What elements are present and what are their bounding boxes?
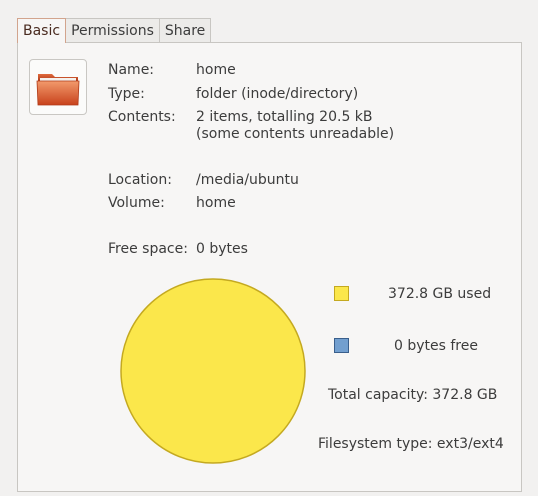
used-color-swatch bbox=[334, 286, 349, 301]
volume-value: home bbox=[196, 195, 236, 211]
tab-permissions[interactable]: Permissions bbox=[65, 18, 160, 42]
total-capacity-text: Total capacity: 372.8 GB bbox=[328, 387, 498, 403]
contents-label: Contents: bbox=[108, 109, 176, 125]
location-value: /media/ubuntu bbox=[196, 172, 299, 188]
folder-icon-button[interactable] bbox=[29, 59, 87, 115]
free-legend-label: 0 bytes free bbox=[394, 338, 478, 354]
volume-label: Volume: bbox=[108, 195, 165, 211]
contents-value-line1: 2 items, totalling 20.5 kB bbox=[196, 109, 373, 125]
contents-value-line2: (some contents unreadable) bbox=[196, 126, 395, 142]
free-color-swatch bbox=[334, 338, 349, 353]
used-legend-label: 372.8 GB used bbox=[388, 286, 492, 302]
free-space-label: Free space: bbox=[108, 241, 188, 257]
free-space-value: 0 bytes bbox=[196, 241, 248, 257]
tab-bar: Basic Permissions Share bbox=[17, 18, 212, 43]
pie-used-slice bbox=[120, 278, 306, 464]
name-value: home bbox=[196, 62, 236, 78]
folder-icon bbox=[36, 74, 80, 106]
location-label: Location: bbox=[108, 172, 172, 188]
tab-share[interactable]: Share bbox=[158, 18, 212, 42]
filesystem-type-text: Filesystem type: ext3/ext4 bbox=[318, 436, 504, 452]
type-label: Type: bbox=[108, 86, 145, 102]
usage-pie-chart bbox=[118, 276, 308, 466]
type-value: folder (inode/directory) bbox=[196, 86, 359, 102]
name-label: Name: bbox=[108, 62, 155, 78]
tab-basic[interactable]: Basic bbox=[17, 18, 67, 43]
